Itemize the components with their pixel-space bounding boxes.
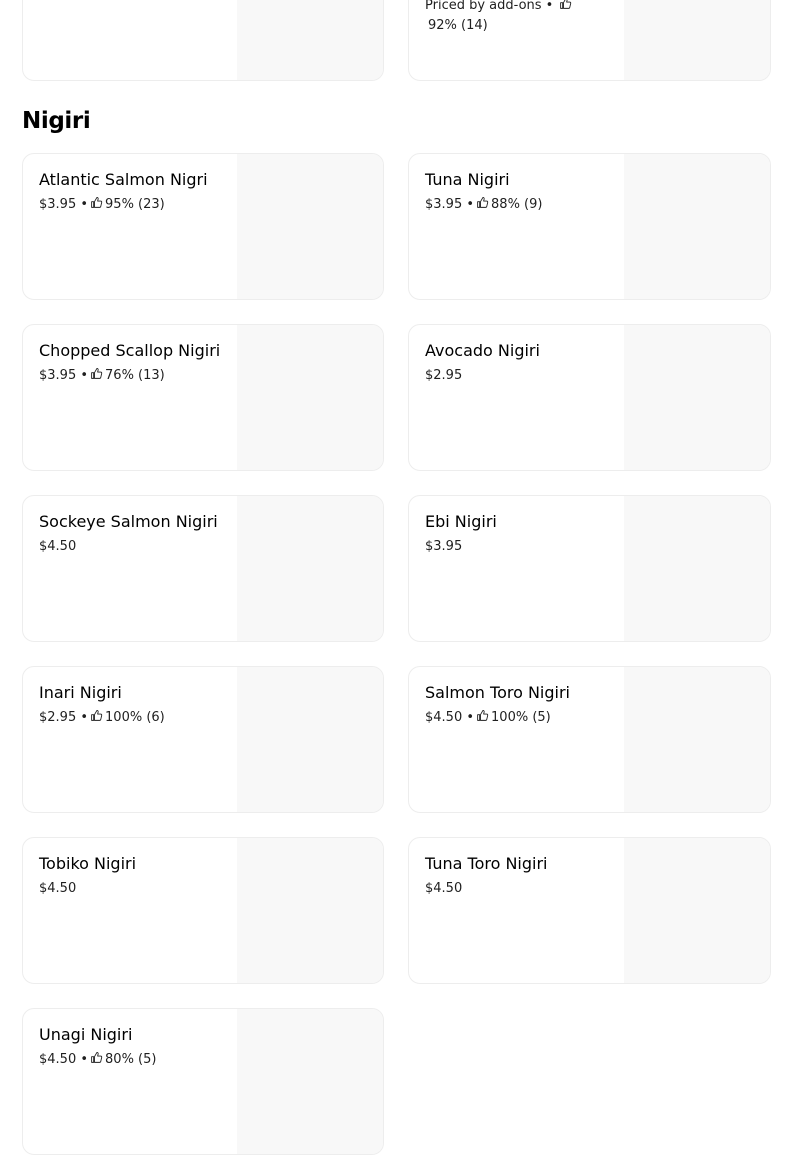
thumbs-up-icon xyxy=(91,710,103,721)
menu-item-price: $2.95 xyxy=(425,368,463,383)
menu-item-rating: 100% (5) xyxy=(491,710,551,725)
menu-item-image xyxy=(237,0,383,80)
menu-item-card[interactable] xyxy=(22,0,384,81)
menu-item-meta: $3.95 • 88% (9) xyxy=(425,196,542,214)
separator-dot: • xyxy=(76,710,89,725)
menu-item-name: Avocado Nigiri xyxy=(425,341,540,360)
thumbs-up-icon xyxy=(560,0,572,9)
menu-item-card[interactable]: Atlantic Salmon Nigri $3.95 • 95% (23) xyxy=(22,153,384,300)
menu-item-meta: $4.50 • 80% (5) xyxy=(39,1051,156,1069)
menu-item-image xyxy=(624,667,770,812)
menu-item-card[interactable]: Tuna Toro Nigiri $4.50 xyxy=(408,837,771,984)
menu-item-name: Ebi Nigiri xyxy=(425,512,497,531)
menu-item-name: Chopped Scallop Nigiri xyxy=(39,341,221,360)
menu-item-image xyxy=(624,838,770,983)
menu-item-image xyxy=(624,496,770,641)
menu-item-price: $4.50 xyxy=(39,881,77,896)
menu-item-rating: 80% (5) xyxy=(105,1052,157,1067)
menu-item-rating: 92% (14) xyxy=(428,18,488,33)
menu-item-meta: $2.95 xyxy=(425,367,462,385)
menu-item-price: $3.95 xyxy=(39,368,77,383)
menu-item-price: $3.95 xyxy=(425,197,463,212)
menu-item-meta: $3.95 xyxy=(425,538,462,556)
menu-item-image xyxy=(237,496,383,641)
menu-item-name: Sockeye Salmon Nigiri xyxy=(39,512,218,531)
menu-item-name: Tuna Nigiri xyxy=(425,170,510,189)
menu-item-image xyxy=(237,325,383,470)
menu-item-card[interactable]: Avocado Nigiri $2.95 xyxy=(408,324,771,471)
menu-item-price: $4.50 xyxy=(39,1052,77,1067)
menu-item-meta: $3.95 • 76% (13) xyxy=(39,367,165,385)
menu-item-card[interactable]: Priced by add-ons • 92% (14) xyxy=(408,0,771,81)
menu-item-image xyxy=(237,154,383,299)
menu-item-name: Atlantic Salmon Nigri xyxy=(39,170,208,189)
thumbs-up-icon xyxy=(91,1052,103,1063)
thumbs-up-icon xyxy=(91,197,103,208)
menu-item-meta: $4.50 xyxy=(39,880,76,898)
menu-item-rating: 76% (13) xyxy=(105,368,165,383)
menu-item-card[interactable]: Tuna Nigiri $3.95 • 88% (9) xyxy=(408,153,771,300)
menu-item-price: $3.95 xyxy=(425,539,463,554)
separator-dot: • xyxy=(462,197,475,212)
menu-item-name: Tobiko Nigiri xyxy=(39,854,137,873)
menu-item-card[interactable]: Ebi Nigiri $3.95 xyxy=(408,495,771,642)
menu-item-card[interactable]: Salmon Toro Nigiri $4.50 • 100% (5) xyxy=(408,666,771,813)
menu-item-meta: $3.95 • 95% (23) xyxy=(39,196,165,214)
menu-item-price: $3.95 xyxy=(39,197,77,212)
menu-item-rating: 100% (6) xyxy=(105,710,165,725)
menu-item-price: $4.50 xyxy=(425,710,463,725)
menu-item-image xyxy=(237,667,383,812)
menu-item-name: Tuna Toro Nigiri xyxy=(425,854,548,873)
menu-item-image xyxy=(237,838,383,983)
menu-item-price: $2.95 xyxy=(39,710,77,725)
separator-dot: • xyxy=(76,368,89,383)
menu-item-card[interactable]: Inari Nigiri $2.95 • 100% (6) xyxy=(22,666,384,813)
menu-item-meta: $4.50 • 100% (5) xyxy=(425,709,551,727)
menu-item-image xyxy=(624,325,770,470)
menu-item-price: $4.50 xyxy=(425,881,463,896)
menu-item-meta: $4.50 xyxy=(425,880,462,898)
menu-item-image xyxy=(624,0,770,80)
menu-item-rating: 95% (23) xyxy=(105,197,165,212)
menu-item-name: Salmon Toro Nigiri xyxy=(425,683,570,702)
thumbs-up-icon xyxy=(477,710,489,721)
menu-item-image xyxy=(237,1009,383,1154)
menu-item-meta: Priced by add-ons • xyxy=(425,0,572,15)
menu-item-card[interactable]: Unagi Nigiri $4.50 • 80% (5) xyxy=(22,1008,384,1155)
thumbs-up-icon xyxy=(91,368,103,379)
separator-dot: • xyxy=(76,1052,89,1067)
menu-item-name: Inari Nigiri xyxy=(39,683,122,702)
menu-item-meta: $2.95 • 100% (6) xyxy=(39,709,165,727)
menu-item-price: $4.50 xyxy=(39,539,77,554)
menu-item-price: Priced by add-ons • xyxy=(425,0,554,13)
menu-item-image xyxy=(624,154,770,299)
menu-item-meta: $4.50 xyxy=(39,538,76,556)
section-title: Nigiri xyxy=(22,108,91,134)
menu-item-name: Unagi Nigiri xyxy=(39,1025,133,1044)
separator-dot: • xyxy=(76,197,89,212)
separator-dot: • xyxy=(462,710,475,725)
menu-item-rating: 88% (9) xyxy=(491,197,543,212)
menu-item-card[interactable]: Sockeye Salmon Nigiri $4.50 xyxy=(22,495,384,642)
menu-item-card[interactable]: Tobiko Nigiri $4.50 xyxy=(22,837,384,984)
thumbs-up-icon xyxy=(477,197,489,208)
menu-item-card[interactable]: Chopped Scallop Nigiri $3.95 • 76% (13) xyxy=(22,324,384,471)
